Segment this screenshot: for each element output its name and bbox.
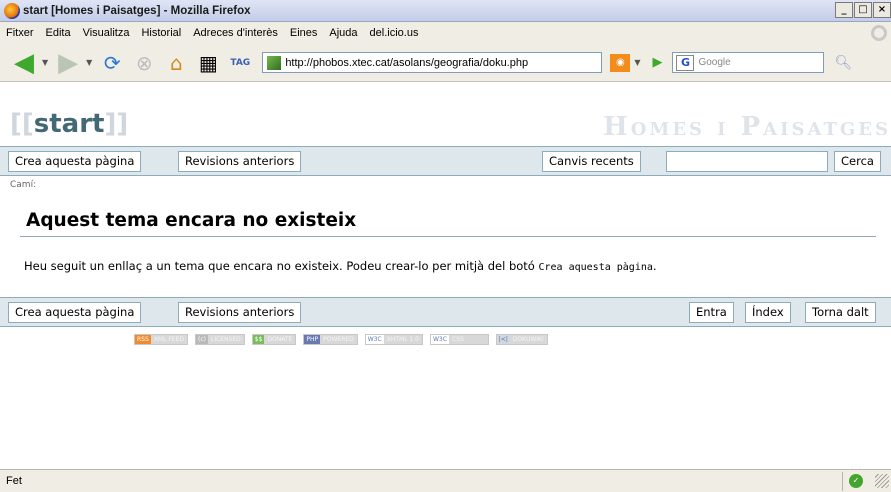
top-button-bar: Crea aquesta pàgina Revisions anteriors … bbox=[0, 146, 891, 176]
license-badge[interactable]: (c) LICENSED bbox=[195, 334, 245, 345]
forward-arrow-icon[interactable]: ▶ bbox=[54, 48, 82, 78]
rss-dropdown-icon[interactable]: ▼ bbox=[634, 58, 640, 67]
bookmark-manager-icon[interactable]: ▦ bbox=[194, 49, 222, 77]
addon-ok-icon[interactable]: ✓ bbox=[849, 474, 863, 488]
throbber-icon bbox=[871, 25, 887, 41]
back-dropdown-icon[interactable]: ▼ bbox=[42, 58, 48, 67]
title-divider bbox=[20, 236, 876, 237]
wiki-search-input[interactable] bbox=[666, 150, 828, 172]
create-page-button-bottom[interactable]: Crea aquesta pàgina bbox=[8, 301, 142, 323]
resize-grip-icon[interactable] bbox=[875, 474, 889, 488]
footer-badges: RSS XML FEED (c) LICENSED $$ DONATE PHP POWE… bbox=[134, 334, 548, 345]
status-separator bbox=[842, 472, 843, 491]
wiki-logo[interactable]: [[start]] bbox=[10, 109, 128, 139]
logo-open-brackets: [[ bbox=[10, 109, 34, 139]
maximize-button[interactable]: □ bbox=[854, 2, 872, 18]
page-title: Aquest tema encara no existeix bbox=[26, 210, 357, 231]
back-to-top-button[interactable]: Torna dalt bbox=[805, 301, 876, 323]
firefox-icon bbox=[4, 2, 20, 19]
xhtml-badge[interactable]: W3C XHTML 1.0 bbox=[364, 334, 423, 345]
create-page-button[interactable]: Crea aquesta pàgina bbox=[8, 150, 142, 172]
info-end: . bbox=[652, 259, 657, 273]
recent-changes-button[interactable]: Canvis recents bbox=[542, 150, 641, 172]
info-text: Heu seguit un enllaç a un tema que encar… bbox=[24, 259, 535, 273]
home-icon[interactable]: ⌂ bbox=[162, 49, 190, 77]
old-revisions-button-bottom[interactable]: Revisions anteriors bbox=[178, 301, 302, 323]
rss-badge[interactable]: RSS XML FEED bbox=[134, 334, 188, 345]
reload-icon[interactable]: ⟳ bbox=[98, 49, 126, 77]
menu-help[interactable]: Ajuda bbox=[329, 27, 357, 39]
wiki-search-button[interactable]: Cerca bbox=[834, 150, 881, 172]
status-text: Fet bbox=[6, 475, 22, 487]
menu-file[interactable]: Fitxer bbox=[6, 27, 34, 39]
info-code: Crea aquesta pàgina bbox=[538, 262, 653, 273]
bottom-button-bar: Crea aquesta pàgina Revisions anteriors … bbox=[0, 297, 891, 327]
window-titlebar: start [Homes i Paisatges] - Mozilla Fire… bbox=[0, 0, 891, 22]
index-button[interactable]: Índex bbox=[745, 301, 791, 323]
logo-word: start bbox=[33, 109, 105, 139]
menu-history[interactable]: Historial bbox=[141, 27, 181, 39]
menu-delicious[interactable]: del.icio.us bbox=[370, 27, 419, 39]
window-controls: _ □ × bbox=[835, 2, 891, 18]
window-title: start [Homes i Paisatges] - Mozilla Fire… bbox=[23, 4, 251, 17]
search-magnifier-icon[interactable]: 🔍︎ bbox=[834, 55, 852, 71]
stop-icon[interactable]: ⊗ bbox=[130, 49, 158, 77]
search-placeholder: Google bbox=[698, 57, 731, 68]
back-arrow-icon[interactable]: ◀ bbox=[10, 48, 38, 78]
address-bar[interactable]: http://phobos.xtec.cat/asolans/geografia… bbox=[262, 52, 603, 73]
logo-close-brackets: ]] bbox=[104, 109, 129, 139]
go-icon[interactable]: ▶ bbox=[652, 55, 662, 70]
status-bar: Fet ✓ bbox=[0, 469, 891, 492]
php-badge[interactable]: PHP POWERED bbox=[303, 334, 358, 345]
site-favicon-icon bbox=[267, 55, 282, 70]
breadcrumb: Camí: bbox=[10, 180, 37, 190]
page-header: [[start]] Homes i Paisatges bbox=[0, 108, 891, 146]
old-revisions-button[interactable]: Revisions anteriors bbox=[178, 150, 302, 172]
close-button[interactable]: × bbox=[873, 2, 891, 18]
menu-edit[interactable]: Edita bbox=[46, 27, 71, 39]
menu-bar: Fitxer Edita Visualitza Historial Adrece… bbox=[0, 22, 891, 44]
minimize-button[interactable]: _ bbox=[835, 2, 853, 18]
site-name: Homes i Paisatges bbox=[603, 112, 891, 142]
forward-dropdown-icon[interactable]: ▼ bbox=[86, 58, 92, 67]
search-box[interactable]: G Google bbox=[672, 52, 825, 73]
menu-view[interactable]: Visualitza bbox=[83, 27, 130, 39]
rss-feed-icon[interactable]: ◉ bbox=[610, 53, 631, 72]
info-paragraph: Heu seguit un enllaç a un tema que encar… bbox=[24, 259, 657, 273]
login-button[interactable]: Entra bbox=[689, 301, 734, 323]
tag-icon[interactable]: TAG bbox=[226, 49, 254, 77]
address-url[interactable]: http://phobos.xtec.cat/asolans/geografia… bbox=[285, 57, 528, 69]
donate-badge[interactable]: $$ DONATE bbox=[251, 334, 297, 345]
css-badge[interactable]: W3C CSS bbox=[430, 334, 489, 345]
dokuwiki-badge[interactable]: |<| DOKUWIKI bbox=[495, 334, 548, 345]
navigation-toolbar: ◀ ▼ ▶ ▼ ⟳ ⊗ ⌂ ▦ TAG http://phobos.xtec.c… bbox=[0, 44, 891, 82]
menu-tools[interactable]: Eines bbox=[290, 27, 318, 39]
google-engine-icon[interactable]: G bbox=[676, 54, 695, 71]
menu-bookmarks[interactable]: Adreces d'interès bbox=[193, 27, 278, 39]
